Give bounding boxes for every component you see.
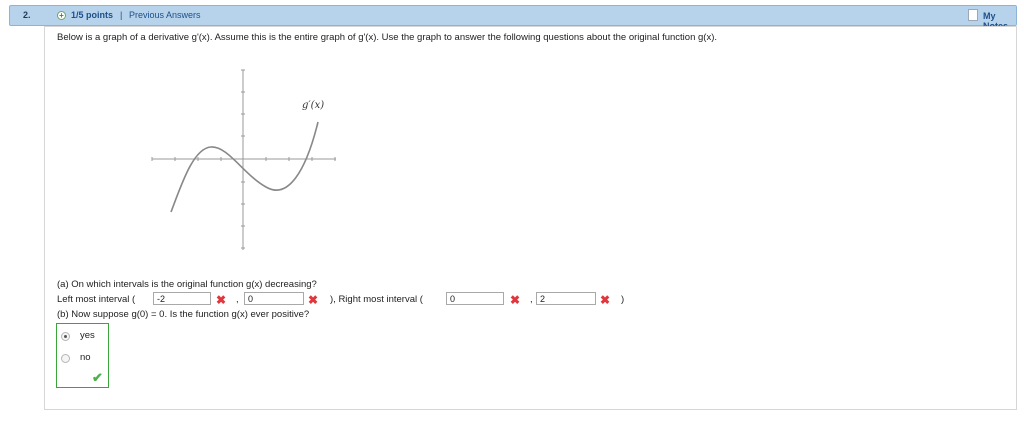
correct-check-icon: ✔ [92,370,103,385]
incorrect-x-icon: ✖ [600,293,611,307]
question-intro: Below is a graph of a derivative g'(x). … [57,32,718,43]
comma: , [530,294,533,305]
incorrect-x-icon: ✖ [510,293,521,307]
incorrect-x-icon: ✖ [308,293,319,307]
radio-yes[interactable] [61,332,70,341]
left-interval-start-input[interactable] [153,292,211,305]
left-interval-label: Left most interval ( [57,294,136,305]
graph-label: g′(x) [302,100,324,111]
part-b-prompt: (b) Now suppose g(0) = 0. Is the functio… [57,309,310,320]
right-interval-label: ), Right most interval ( [330,294,423,305]
comma: , [236,294,239,305]
incorrect-x-icon: ✖ [216,293,227,307]
right-interval-start-input[interactable] [446,292,504,305]
option-yes-label: yes [80,330,95,341]
radio-no[interactable] [61,354,70,363]
header-separator: | [120,10,123,20]
expand-plus-icon[interactable]: + [57,11,66,20]
option-no-label: no [80,352,91,363]
previous-answers-link[interactable]: Previous Answers [129,10,201,20]
notes-page-icon[interactable] [968,9,978,21]
question-number: 2. [23,10,31,20]
close-paren: ) [621,294,625,305]
derivative-graph: g′(x) [151,69,336,250]
part-a-prompt: (a) On which intervals is the original f… [57,279,317,290]
points-score: 1/5 points [71,10,114,20]
question-header-bar: 2. + 1/5 points | Previous Answers My No… [9,5,1017,31]
right-interval-end-input[interactable] [536,292,596,305]
left-interval-end-input[interactable] [244,292,304,305]
